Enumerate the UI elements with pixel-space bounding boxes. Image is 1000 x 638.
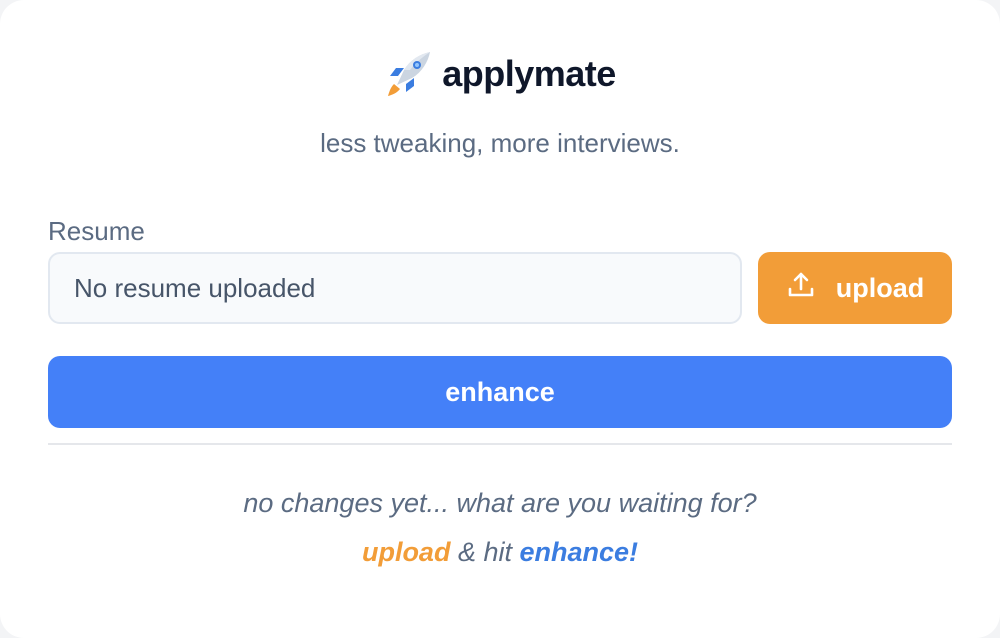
empty-state-message: no changes yet... what are you waiting f…: [243, 488, 757, 518]
cta-upload-keyword: upload: [361, 537, 451, 567]
resume-field[interactable]: [48, 252, 742, 324]
upload-icon: [786, 270, 816, 307]
brand-header: applymate: [0, 50, 1000, 98]
cta-enhance-keyword: enhance!: [519, 537, 639, 567]
cta-middle-text: & hit: [450, 537, 520, 567]
tagline: less tweaking, more interviews.: [320, 128, 680, 158]
resume-label: Resume: [48, 216, 145, 246]
upload-button[interactable]: upload: [758, 252, 952, 324]
app-card: applymate less tweaking, more interviews…: [0, 0, 1000, 638]
divider: [48, 443, 952, 445]
empty-state-cta: upload & hit enhance!: [0, 537, 1000, 568]
app-name: applymate: [442, 53, 616, 94]
upload-button-label: upload: [835, 272, 925, 303]
rocket-icon: [384, 50, 432, 98]
enhance-button[interactable]: enhance: [48, 356, 952, 428]
